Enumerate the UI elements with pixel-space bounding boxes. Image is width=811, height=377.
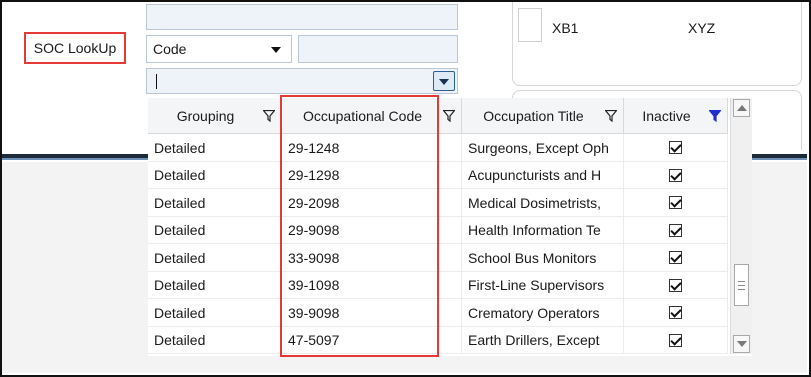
grouping-cell: Detailed — [148, 216, 282, 244]
table-row[interactable]: Detailed 29-1298 Acupuncturists and H — [148, 161, 728, 189]
occupational-code-cell: 29-2098 — [282, 189, 462, 217]
inactive-cell — [624, 244, 728, 272]
table-row[interactable]: Detailed 39-9098 Crematory Operators — [148, 299, 728, 327]
grip-line — [738, 285, 745, 286]
column-header-grouping[interactable]: Grouping — [148, 98, 282, 134]
chevron-down-icon — [271, 47, 281, 53]
table-row[interactable]: Detailed 47-5097 Earth Drillers, Except — [148, 326, 728, 354]
soc-lookup-grid: Grouping Occupational Code Occupation Ti… — [148, 98, 752, 356]
occupational-code-cell: 39-9098 — [282, 299, 462, 327]
occupation-title-cell: Acupuncturists and H — [462, 161, 624, 189]
occupational-code-cell: 29-1248 — [282, 134, 462, 162]
occupational-code-cell: 29-1298 — [282, 161, 462, 189]
table-row[interactable]: Detailed 33-9098 School Bus Monitors — [148, 244, 728, 272]
occupation-title-cell: Crematory Operators — [462, 299, 624, 327]
table-row[interactable]: Detailed 29-2098 Medical Dosimetrists, — [148, 189, 728, 217]
grouping-cell: Detailed — [148, 271, 282, 299]
table-row[interactable]: Detailed 29-1248 Surgeons, Except Oph — [148, 134, 728, 162]
filter-icon[interactable] — [605, 110, 617, 122]
grouping-cell: Detailed — [148, 299, 282, 327]
grip-line — [738, 281, 745, 282]
occupation-title-cell: Surgeons, Except Oph — [462, 134, 624, 162]
top-input-field[interactable] — [146, 4, 458, 30]
grid-body: Detailed 29-1248 Surgeons, Except Oph De… — [148, 134, 728, 354]
right-panel-checkbox-column[interactable] — [518, 8, 542, 42]
right-panel-item-xb1: XB1 — [552, 20, 579, 36]
scroll-down-button[interactable] — [733, 335, 750, 353]
column-header-occupation-title[interactable]: Occupation Title — [462, 98, 624, 134]
soc-lookup-text: SOC LookUp — [33, 40, 117, 56]
soc-lookup-label: SOC LookUp — [24, 32, 126, 64]
grouping-cell: Detailed — [148, 326, 282, 354]
grip-line — [738, 289, 745, 290]
grouping-cell: Detailed — [148, 161, 282, 189]
inactive-checkbox[interactable] — [669, 168, 682, 182]
occupational-code-cell: 29-9098 — [282, 216, 462, 244]
occupation-title-cell: Health Information Te — [462, 216, 624, 244]
occupation-title-cell: First-Line Supervisors — [462, 271, 624, 299]
occupation-title-cell: Earth Drillers, Except — [462, 326, 624, 354]
inactive-cell — [624, 189, 728, 217]
column-header-label: Grouping — [176, 108, 235, 124]
column-header-label: Occupation Title — [483, 108, 584, 124]
column-header-inactive[interactable]: Inactive — [624, 98, 728, 134]
search-input[interactable] — [298, 35, 458, 63]
inactive-checkbox[interactable] — [669, 196, 682, 210]
lookup-combobox[interactable] — [146, 68, 458, 94]
inactive-checkbox[interactable] — [669, 306, 682, 320]
search-field-select[interactable]: Code — [146, 35, 292, 63]
grid-header: Grouping Occupational Code Occupation Ti… — [148, 98, 728, 134]
grouping-cell: Detailed — [148, 134, 282, 162]
occupation-title-cell: School Bus Monitors — [462, 244, 624, 272]
inactive-checkbox[interactable] — [669, 223, 682, 237]
occupation-title-cell: Medical Dosimetrists, — [462, 189, 624, 217]
inactive-cell — [624, 134, 728, 162]
inactive-cell — [624, 299, 728, 327]
inactive-cell — [624, 326, 728, 354]
inactive-cell — [624, 271, 728, 299]
filter-icon[interactable] — [263, 110, 275, 122]
occupational-code-cell: 39-1098 — [282, 271, 462, 299]
grouping-cell: Detailed — [148, 244, 282, 272]
inactive-checkbox[interactable] — [669, 141, 682, 155]
grouping-cell: Detailed — [148, 189, 282, 217]
inactive-checkbox[interactable] — [669, 251, 682, 265]
scroll-thumb[interactable] — [734, 264, 749, 306]
right-panel — [512, 2, 802, 86]
table-row[interactable]: Detailed 29-9098 Health Information Te — [148, 216, 728, 244]
inactive-cell — [624, 216, 728, 244]
column-header-label: Occupational Code — [302, 108, 423, 124]
search-field-value: Code — [153, 41, 187, 57]
occupational-code-cell: 47-5097 — [282, 326, 462, 354]
vertical-scrollbar[interactable] — [730, 98, 752, 354]
filter-active-icon[interactable] — [709, 110, 721, 122]
filter-icon[interactable] — [443, 110, 455, 122]
inactive-checkbox[interactable] — [669, 333, 682, 347]
column-header-occupational-code[interactable]: Occupational Code — [282, 98, 462, 134]
scroll-up-button[interactable] — [733, 99, 750, 117]
table-row[interactable]: Detailed 39-1098 First-Line Supervisors — [148, 271, 728, 299]
inactive-cell — [624, 161, 728, 189]
occupational-code-cell: 33-9098 — [282, 244, 462, 272]
right-panel-item-xyz: XYZ — [688, 20, 716, 36]
column-header-label: Inactive — [642, 108, 691, 124]
inactive-checkbox[interactable] — [669, 278, 682, 292]
text-cursor — [156, 74, 157, 89]
dropdown-toggle-button[interactable] — [433, 71, 455, 91]
